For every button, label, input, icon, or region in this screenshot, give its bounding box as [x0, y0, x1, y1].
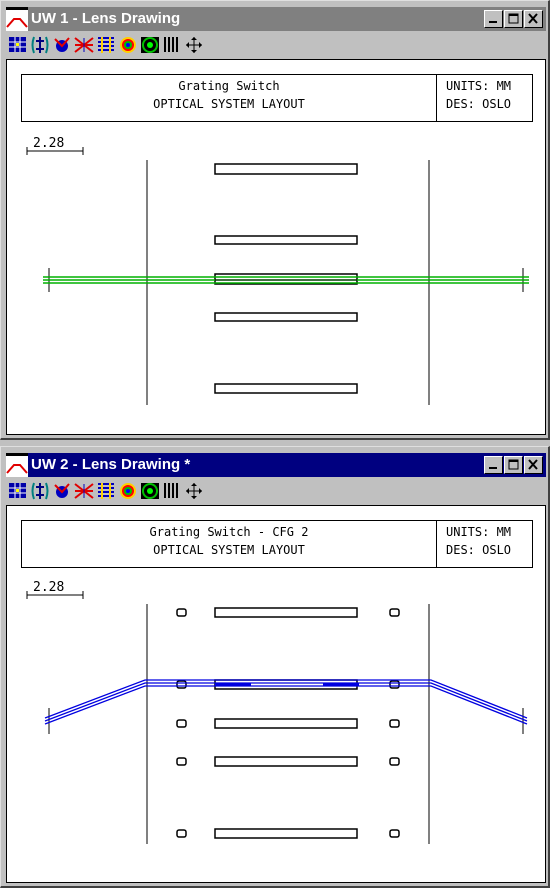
grating-element-5 — [214, 383, 358, 394]
lens-layout-drawing — [26, 591, 528, 844]
minimize-button[interactable] — [484, 456, 503, 474]
mtf-icon[interactable] — [118, 482, 138, 500]
maximize-button[interactable] — [504, 456, 523, 474]
ray-fan-icon[interactable] — [52, 482, 72, 500]
window-1-titlebar[interactable]: UW 1 - Lens Drawing — [6, 7, 546, 31]
lens-drawing-app-icon[interactable] — [6, 453, 28, 477]
scale-bar — [26, 591, 84, 599]
window-1-title: UW 1 - Lens Drawing — [31, 10, 181, 27]
window-1-drawing-canvas[interactable]: Grating Switch OPTICAL SYSTEM LAYOUT UNI… — [6, 59, 546, 435]
pan-icon[interactable] — [184, 36, 204, 54]
grid-icon[interactable] — [162, 482, 182, 500]
lens-drawing-window-2[interactable]: UW 2 - Lens Drawing * Grating Switch - C… — [0, 446, 550, 888]
window-2-title: UW 2 - Lens Drawing * — [31, 456, 191, 473]
close-button[interactable] — [524, 456, 543, 474]
window-2-toolbar — [6, 480, 546, 502]
grating-elements — [214, 607, 358, 839]
window-1-toolbar — [6, 34, 546, 56]
minimize-button[interactable] — [484, 10, 503, 28]
surface-icon[interactable] — [30, 36, 50, 54]
psf-icon[interactable] — [140, 482, 160, 500]
maximize-button[interactable] — [504, 10, 523, 28]
grating-element-4 — [214, 312, 358, 322]
grating-element-2 — [214, 235, 358, 245]
lens-drawing-window-1[interactable]: UW 1 - Lens Drawing Grating Switch OPTIC… — [0, 0, 550, 440]
wavefront-icon[interactable] — [96, 482, 116, 500]
close-button[interactable] — [524, 10, 543, 28]
scale-bar — [26, 147, 84, 155]
ray-bundle — [44, 679, 528, 725]
mtf-icon[interactable] — [118, 36, 138, 54]
grating-element-1 — [214, 163, 358, 175]
lens-drawing-app-icon[interactable] — [6, 7, 28, 31]
window-2-titlebar[interactable]: UW 2 - Lens Drawing * — [6, 453, 546, 477]
ray-fan-icon[interactable] — [52, 36, 72, 54]
surface-icon[interactable] — [30, 482, 50, 500]
spot-icon[interactable] — [74, 482, 94, 500]
psf-icon[interactable] — [140, 36, 160, 54]
spot-icon[interactable] — [74, 36, 94, 54]
lens-table-icon[interactable] — [8, 36, 28, 54]
window-2-drawing-canvas[interactable]: Grating Switch - CFG 2 OPTICAL SYSTEM LA… — [6, 505, 546, 883]
wavefront-icon[interactable] — [96, 36, 116, 54]
lens-layout-drawing — [26, 147, 529, 405]
grid-icon[interactable] — [162, 36, 182, 54]
pan-icon[interactable] — [184, 482, 204, 500]
lens-table-icon[interactable] — [8, 482, 28, 500]
